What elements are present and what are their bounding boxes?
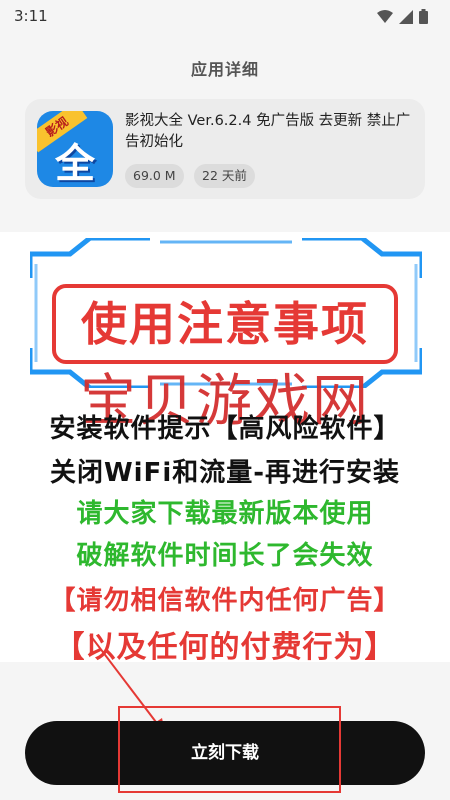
notice-line-4: 破解软件时间长了会失效 bbox=[76, 541, 374, 571]
wifi-icon bbox=[377, 10, 393, 23]
status-icons bbox=[377, 9, 428, 24]
notice-line-6: 【以及任何的付费行为】 bbox=[54, 630, 396, 665]
app-icon: 影视 全 bbox=[37, 111, 113, 187]
notice-line-2: 关闭WiFi和流量-再进行安装 bbox=[49, 458, 401, 488]
app-size-badge: 69.0 M bbox=[125, 164, 184, 188]
page-title: 应用详细 bbox=[190, 60, 259, 79]
status-bar: 3:11 bbox=[0, 0, 450, 32]
notice-line-1: 安装软件提示【高风险软件】 bbox=[49, 414, 401, 444]
highlight-box bbox=[118, 706, 341, 793]
battery-icon bbox=[419, 9, 428, 24]
app-icon-glyph: 全 bbox=[55, 141, 95, 187]
app-name: 影视大全 Ver.6.2.4 免广告版 去更新 禁止广告初始化 bbox=[125, 113, 411, 150]
app-updated-badge: 22 天前 bbox=[194, 164, 255, 188]
notice-line-3: 请大家下载最新版本使用 bbox=[76, 499, 374, 529]
notice-title: 使用注意事项 bbox=[52, 284, 398, 364]
notice-line-5: 【请勿相信软件内任何广告】 bbox=[49, 586, 401, 616]
status-time: 3:11 bbox=[14, 7, 48, 25]
signal-icon bbox=[399, 9, 413, 24]
